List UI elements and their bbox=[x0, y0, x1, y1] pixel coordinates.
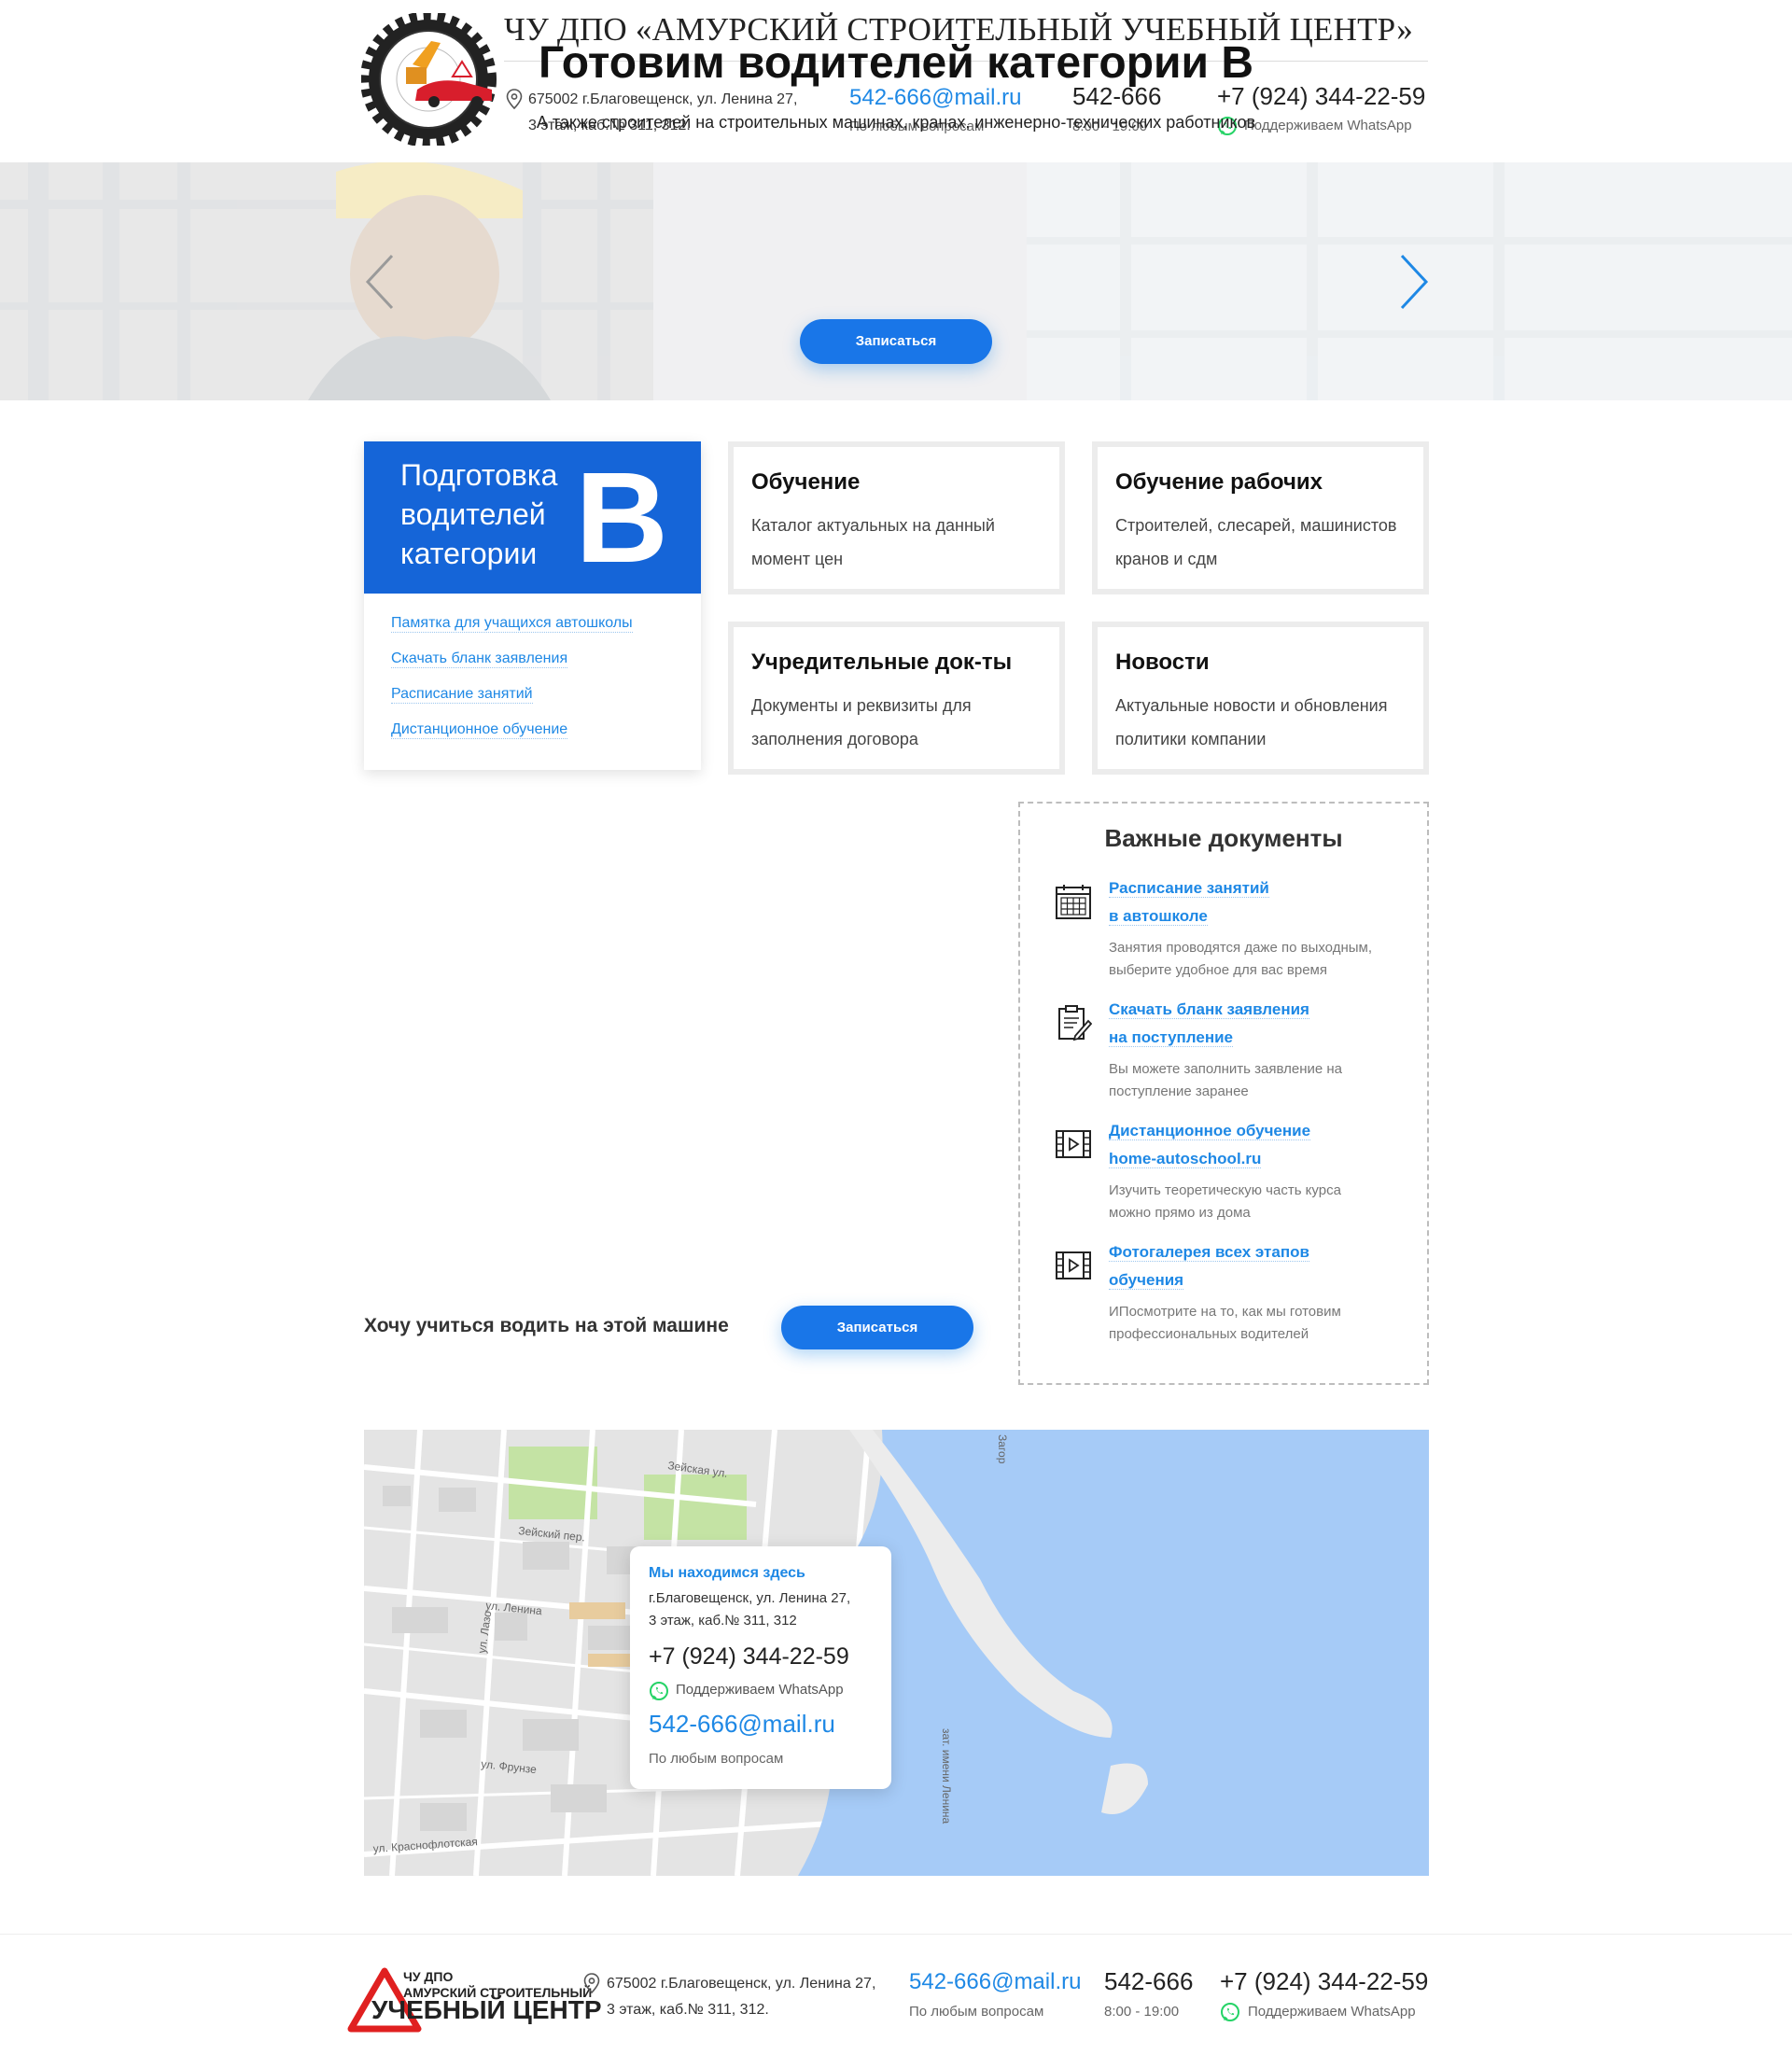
video-film-icon bbox=[1056, 1130, 1091, 1158]
documents-title: Важные документы bbox=[1104, 824, 1343, 852]
header-email-link[interactable]: 542-666@mail.ru bbox=[849, 85, 1021, 111]
doc-link-line1[interactable]: Расписание занятий bbox=[1109, 879, 1269, 898]
whatsapp-icon bbox=[1221, 2003, 1239, 2021]
doc-link-gallery[interactable]: Фотогалерея всех этапов обучения bbox=[1109, 1238, 1309, 1294]
category-b-header[interactable]: Подготовка водителей категории B bbox=[364, 441, 701, 594]
service-desc: Документы и реквизиты для заполнения дог… bbox=[751, 696, 972, 748]
doc-link-line1[interactable]: Дистанционное обучение bbox=[1109, 1122, 1311, 1140]
service-title: Учредительные док-ты bbox=[751, 650, 1013, 675]
footer-address-line1: 675002 г.Благовещенск, ул. Ленина 27, bbox=[607, 1976, 876, 1992]
calendar-icon bbox=[1056, 885, 1091, 919]
doc-desc-line2: поступление заранее bbox=[1109, 1083, 1249, 1099]
doc-link-line2[interactable]: обучения bbox=[1109, 1271, 1184, 1290]
doc-link-line1[interactable]: Фотогалерея всех этапов bbox=[1109, 1243, 1309, 1262]
category-link-schedule[interactable]: Расписание занятий bbox=[391, 686, 533, 704]
doc-desc-line1: Изучить теоретическую часть курса bbox=[1109, 1182, 1341, 1198]
map-card-phone[interactable]: +7 (924) 344-22-59 bbox=[649, 1643, 849, 1671]
slider-prev-arrow-icon[interactable] bbox=[362, 252, 399, 312]
map-card-email[interactable]: 542-666@mail.ru bbox=[649, 1710, 835, 1739]
map-canvas: Зейская ул. Зейский пер. ул. Ленина ул. … bbox=[364, 1430, 1429, 1876]
doc-desc-gallery: ИПосмотрите на то, как мы готовим профес… bbox=[1109, 1301, 1407, 1346]
footer-logo-big: УЧЕБНЫЙ ЦЕНТР bbox=[371, 1995, 602, 2024]
service-desc: Актуальные новости и обновления политики… bbox=[1115, 696, 1388, 748]
service-desc: Каталог актуальных на данный момент цен bbox=[751, 516, 995, 568]
map-card-address-line2: 3 этаж, каб.№ 311, 312 bbox=[649, 1613, 797, 1629]
doc-link-line2[interactable]: home-autoschool.ru bbox=[1109, 1150, 1262, 1168]
category-heading-line3: категории bbox=[400, 537, 538, 570]
doc-desc-distance: Изучить теоретическую часть курса можно … bbox=[1109, 1180, 1407, 1224]
doc-link-distance[interactable]: Дистанционное обучение home-autoschool.r… bbox=[1109, 1117, 1311, 1173]
doc-link-schedule[interactable]: Расписание занятий в автошколе bbox=[1109, 874, 1269, 930]
footer bbox=[0, 1934, 1792, 2055]
footer-phone-full[interactable]: +7 (924) 344-22-59 bbox=[1220, 1967, 1428, 1996]
service-card-workers[interactable]: Обучение рабочих Строителей, слесарей, м… bbox=[1092, 441, 1429, 594]
doc-desc-application: Вы можете заполнить заявление на поступл… bbox=[1109, 1058, 1407, 1103]
doc-desc-schedule: Занятия проводятся даже по выходным, выб… bbox=[1109, 937, 1407, 982]
doc-desc-line2: выберите удобное для вас время bbox=[1109, 962, 1327, 978]
footer-whatsapp-text: Поддерживаем WhatsApp bbox=[1248, 2004, 1416, 2020]
category-link-memo[interactable]: Памятка для учащихся автошколы bbox=[391, 615, 633, 633]
category-link-form[interactable]: Скачать бланк заявления bbox=[391, 650, 568, 668]
hero-background-image bbox=[0, 162, 1792, 400]
map-card-address-line1: г.Благовещенск, ул. Ленина 27, bbox=[649, 1590, 851, 1606]
footer-email-link[interactable]: 542-666@mail.ru bbox=[909, 1969, 1081, 1995]
doc-link-line2[interactable]: на поступление bbox=[1109, 1028, 1234, 1047]
doc-link-application[interactable]: Скачать бланк заявления на поступление bbox=[1109, 996, 1309, 1052]
clipboard-pen-icon bbox=[1058, 1005, 1092, 1041]
footer-phone-short[interactable]: 542-666 bbox=[1104, 1967, 1193, 1996]
location-map[interactable]: Зейская ул. Зейский пер. ул. Ленина ул. … bbox=[364, 1430, 1429, 1876]
video-film-icon bbox=[1056, 1251, 1091, 1279]
service-title: Обучение рабочих bbox=[1115, 469, 1323, 495]
map-card-email-sub: По любым вопросам bbox=[649, 1751, 784, 1767]
street-label: зат. имени Ленина bbox=[940, 1728, 953, 1824]
important-documents-panel: Важные документы Расписание занятий в ав… bbox=[1018, 802, 1429, 1385]
want-learn-text: Хочу учиться водить на этой машине bbox=[364, 1315, 729, 1336]
want-signup-button[interactable]: Записаться bbox=[781, 1306, 973, 1349]
service-card-news[interactable]: Новости Актуальные новости и обновления … bbox=[1092, 622, 1429, 775]
doc-desc-line2: можно прямо из дома bbox=[1109, 1205, 1251, 1221]
footer-address-line2: 3 этаж, каб.№ 311, 312. bbox=[607, 2002, 769, 2018]
service-title: Обучение bbox=[751, 469, 861, 495]
map-card-address: г.Благовещенск, ул. Ленина 27, 3 этаж, к… bbox=[649, 1587, 850, 1632]
category-letter: B bbox=[575, 446, 668, 590]
service-title: Новости bbox=[1115, 650, 1210, 675]
category-b-heading: Подготовка водителей категории bbox=[400, 455, 557, 573]
doc-desc-line1: ИПосмотрите на то, как мы готовим bbox=[1109, 1304, 1341, 1320]
category-link-distance[interactable]: Дистанционное обучение bbox=[391, 721, 568, 739]
hero-signup-button[interactable]: Записаться bbox=[800, 319, 992, 364]
location-pin-icon bbox=[583, 1973, 600, 1993]
location-pin-icon bbox=[506, 89, 523, 109]
hero-title: Готовим водителей категории B bbox=[538, 38, 1254, 88]
header-address-line1: 675002 г.Благовещенск, ул. Ленина 27, bbox=[528, 91, 798, 107]
doc-desc-line1: Вы можете заполнить заявление на bbox=[1109, 1061, 1343, 1077]
hero-slider bbox=[0, 162, 1792, 400]
category-heading-line2: водителей bbox=[400, 497, 546, 531]
doc-link-line1[interactable]: Скачать бланк заявления bbox=[1109, 1000, 1309, 1019]
footer-logo-line1: ЧУ ДПО bbox=[403, 1969, 454, 1984]
service-card-training[interactable]: Обучение Каталог актуальных на данный мо… bbox=[728, 441, 1065, 594]
map-card-whatsapp-text: Поддерживаем WhatsApp bbox=[676, 1682, 844, 1698]
map-info-card: Мы находимся здесь г.Благовещенск, ул. Л… bbox=[630, 1546, 891, 1789]
footer-hours: 8:00 - 19:00 bbox=[1104, 2004, 1180, 2020]
hero-subtitle: А также строителей на строительных машин… bbox=[536, 113, 1256, 132]
category-heading-line1: Подготовка bbox=[400, 458, 558, 492]
doc-link-line2[interactable]: в автошколе bbox=[1109, 907, 1208, 926]
street-label: Загор bbox=[996, 1434, 1009, 1464]
service-desc: Строителей, слесарей, машинистов кранов … bbox=[1115, 516, 1397, 568]
doc-desc-line1: Занятия проводятся даже по выходным, bbox=[1109, 940, 1372, 956]
footer-email-sub: По любым вопросам bbox=[909, 2004, 1044, 2020]
doc-desc-line2: профессиональных водителей bbox=[1109, 1326, 1309, 1342]
category-b-card: Подготовка водителей категории B Памятка… bbox=[364, 441, 701, 770]
map-card-title: Мы находимся здесь bbox=[649, 1565, 805, 1581]
slider-next-arrow-icon[interactable] bbox=[1394, 252, 1432, 312]
service-card-documents[interactable]: Учредительные док-ты Документы и реквизи… bbox=[728, 622, 1065, 775]
whatsapp-icon bbox=[650, 1682, 668, 1700]
